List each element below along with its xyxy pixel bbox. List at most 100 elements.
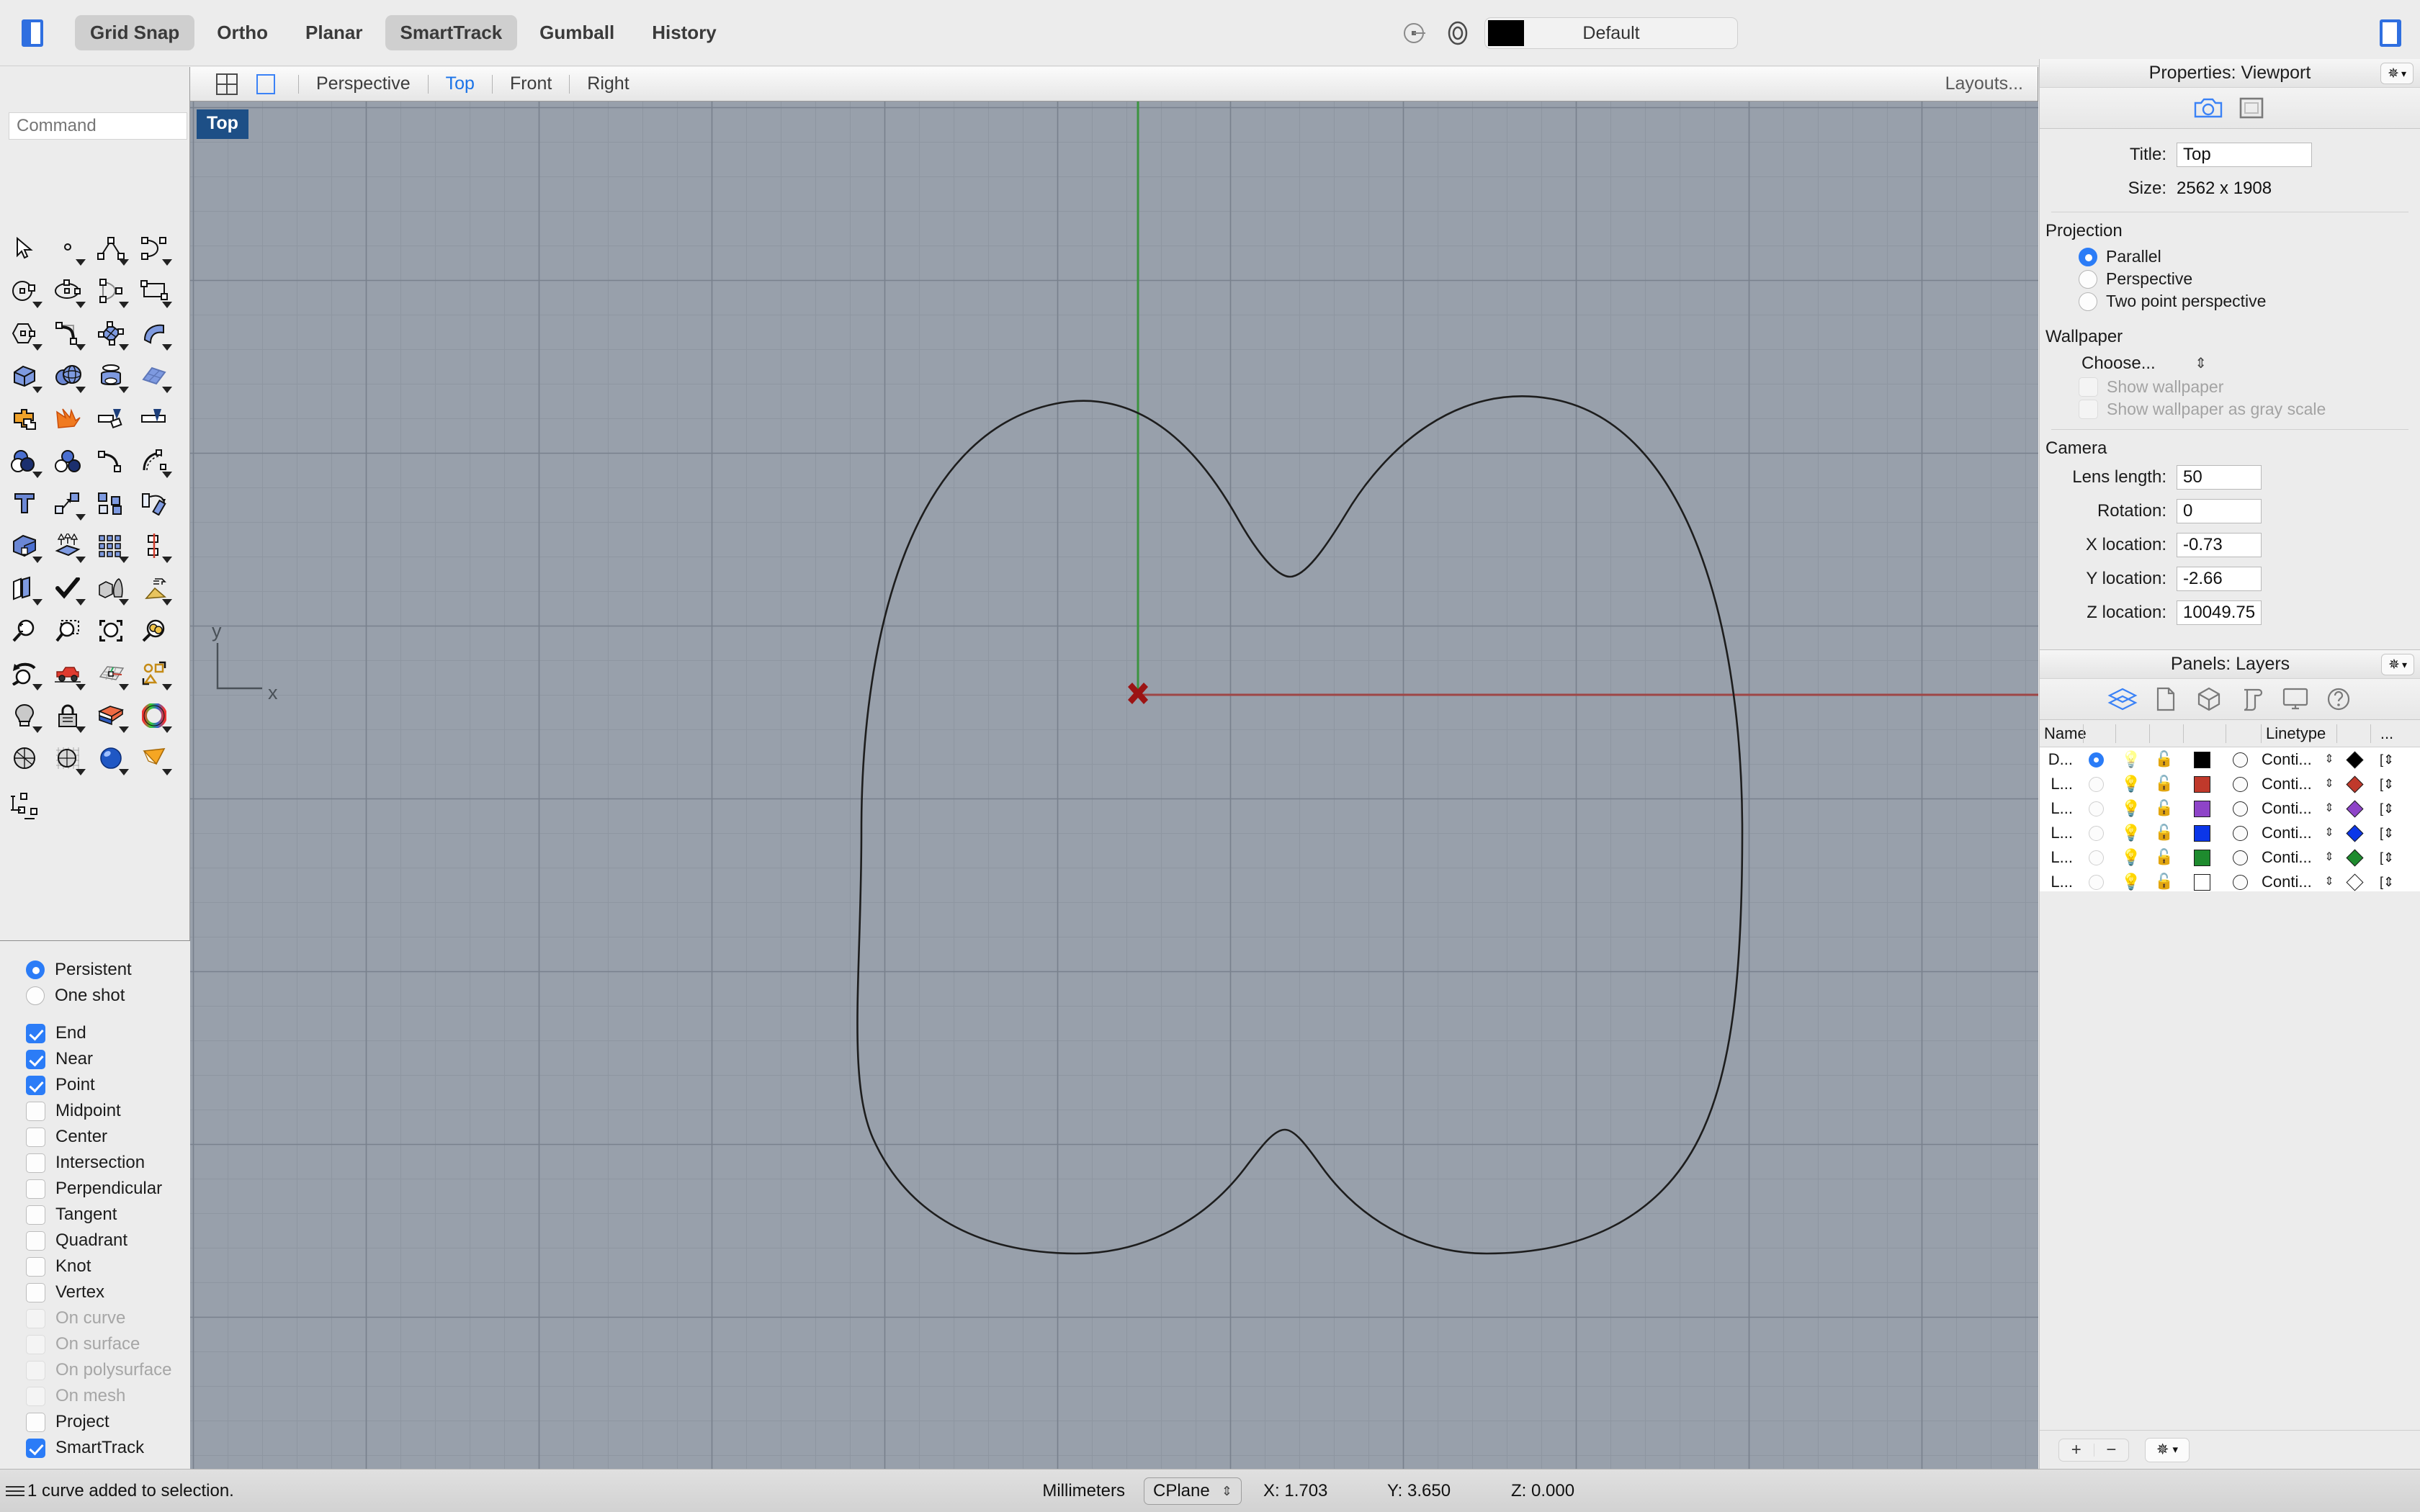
tool-walkabout-icon[interactable] [46,652,89,694]
print-width[interactable]: [⇕ [2371,801,2403,816]
radio-parallel[interactable] [2079,248,2097,266]
layer-name[interactable]: L... [2040,799,2077,818]
tool-offset-curve-icon[interactable] [133,439,176,482]
tool-circle-icon[interactable] [3,269,46,312]
tool-render-icon[interactable] [133,567,176,609]
radio-two-point-perspective[interactable] [2079,292,2097,311]
toggle-grid-snap[interactable]: Grid Snap [75,15,194,50]
layers-settings-button[interactable]: ✵ ▾ [2145,1438,2190,1462]
osnap-center[interactable]: Center [26,1124,190,1150]
tool-boolean-union-icon[interactable] [3,397,46,439]
checkbox-vertex[interactable] [26,1283,45,1302]
viewport-title-input[interactable] [2177,143,2312,167]
osnap-point[interactable]: Point [26,1072,190,1098]
toggle-history[interactable]: History [637,15,732,50]
tool-move-icon[interactable] [46,482,89,524]
tool-display-mode-icon[interactable] [89,694,133,737]
osnap-near[interactable]: Near [26,1046,190,1072]
tool-box-icon[interactable] [3,354,46,397]
material-icon[interactable] [2233,752,2248,768]
tool-explode-icon[interactable] [46,397,89,439]
current-layer-radio[interactable] [2089,752,2104,768]
column-linetype[interactable]: Linetype [2262,720,2336,747]
unlock-icon[interactable]: 🔓 [2155,800,2174,817]
tool-zoom-extents-icon[interactable] [89,609,133,652]
remove-layer-button[interactable]: − [2094,1441,2129,1459]
stepper-icon[interactable]: ⇕ [2324,778,2334,790]
tool-dimension-icon[interactable] [3,786,46,828]
osnap-end[interactable]: End [26,1020,190,1046]
layer-color-swatch[interactable] [2194,850,2210,866]
print-color-swatch[interactable] [2346,800,2363,817]
tool-zoom-selected-icon[interactable] [133,609,176,652]
layer-color-swatch[interactable] [2194,801,2210,817]
viewport-frame-icon[interactable] [2236,93,2267,123]
layer-state-icon[interactable] [1401,18,1431,48]
print-color-swatch[interactable] [2346,824,2363,842]
add-layer-button[interactable]: + [2059,1441,2094,1459]
radio-persistent[interactable] [26,960,45,979]
print-width[interactable]: [⇕ [2371,777,2403,792]
checkbox-project[interactable] [26,1413,45,1432]
layer-name[interactable]: L... [2040,824,2077,842]
layer-name[interactable]: D... [2040,750,2077,769]
tool-extrude-icon[interactable] [46,524,89,567]
column-visible[interactable] [2116,720,2149,747]
tool-rotate-icon[interactable] [133,482,176,524]
tool-polyline-icon[interactable] [89,227,133,269]
lightbulb-icon[interactable]: 💡 [2121,750,2141,769]
osnap-project[interactable]: Project [26,1409,190,1435]
table-row[interactable]: L... 💡 🔓 Conti... ⇕ [⇕ [2040,870,2420,894]
column-name[interactable]: Name [2040,720,2083,747]
print-width[interactable]: [⇕ [2371,850,2403,865]
wallpaper-choose-select[interactable]: Choose... ⇕ [2081,351,2226,376]
osnap-vertex[interactable]: Vertex [26,1279,190,1305]
layers-options-button[interactable]: ✵ ▾ [2381,654,2414,675]
display-tab-icon[interactable] [2280,684,2311,714]
column-material[interactable] [2226,720,2261,747]
tool-split-icon[interactable] [133,397,176,439]
viewport-tab-front[interactable]: Front [506,73,556,94]
script-tab-icon[interactable] [2237,684,2267,714]
command-input[interactable] [9,112,187,140]
tool-rendered-view-icon[interactable] [89,737,133,779]
osnap-intersection[interactable]: Intersection [26,1150,190,1176]
checkbox-tangent[interactable] [26,1205,45,1225]
layer-target-icon[interactable] [1443,18,1473,48]
tool-text-icon[interactable] [3,482,46,524]
lightbulb-icon[interactable]: 💡 [2121,873,2141,891]
material-icon[interactable] [2233,875,2248,890]
tool-surface-from-points-icon[interactable] [89,312,133,354]
checkbox-quadrant[interactable] [26,1231,45,1251]
material-icon[interactable] [2233,777,2248,792]
lightbulb-icon[interactable]: 💡 [2121,848,2141,867]
layer-name[interactable]: L... [2040,775,2077,793]
osnap-quadrant[interactable]: Quadrant [26,1228,190,1254]
add-remove-layer-group[interactable]: + − [2058,1439,2129,1462]
tool-fillet-icon[interactable] [46,312,89,354]
tool-solid-tools-icon[interactable] [3,524,46,567]
osnap-midpoint[interactable]: Midpoint [26,1098,190,1124]
layers-tab-icon[interactable] [2107,684,2138,714]
viewport-tab-perspective[interactable]: Perspective [312,73,415,94]
lightbulb-icon[interactable]: 💡 [2121,775,2141,793]
current-layer-radio[interactable] [2089,875,2104,890]
material-icon[interactable] [2233,850,2248,865]
layer-linetype[interactable]: Conti... [2257,750,2321,769]
osnap-knot[interactable]: Knot [26,1254,190,1279]
stepper-icon[interactable]: ⇕ [2324,754,2334,765]
unlock-icon[interactable]: 🔓 [2155,775,2174,793]
table-row[interactable]: L... 💡 🔓 Conti... ⇕ [⇕ [2040,772,2420,796]
tool-point-icon[interactable] [46,227,89,269]
column-current[interactable] [2084,720,2115,747]
unlock-icon[interactable]: 🔓 [2155,751,2174,768]
layer-linetype[interactable]: Conti... [2257,775,2321,793]
viewport-top[interactable]: y x Top [190,102,2038,1469]
layer-linetype[interactable]: Conti... [2257,824,2321,842]
stepper-icon[interactable]: ⇕ [2324,852,2334,863]
print-width[interactable]: [⇕ [2371,752,2403,768]
checkbox-smarttrack[interactable] [26,1439,45,1458]
single-view-layout-icon[interactable] [252,71,279,98]
tool-select-arrow-icon[interactable] [3,227,46,269]
checkbox-knot[interactable] [26,1257,45,1277]
